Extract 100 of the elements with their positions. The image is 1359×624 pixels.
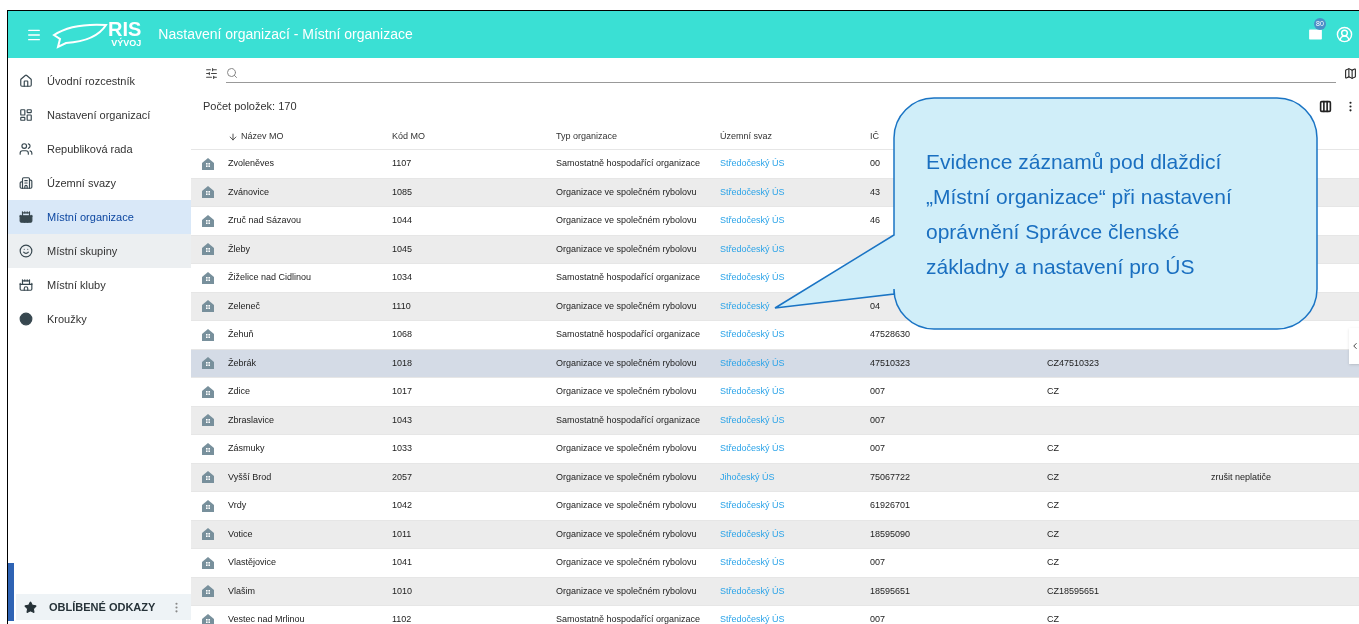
table-cell: 007: [870, 557, 886, 567]
filter-icon[interactable]: [205, 66, 218, 80]
table-cell: Organizace ve společném rybolovu: [556, 243, 697, 254]
building-icon: [201, 441, 215, 456]
building-icon: [201, 327, 215, 342]
table-cell: Organizace ve společném rybolovu: [556, 215, 697, 225]
table-cell: Organizace ve společném rybolovu: [556, 186, 697, 197]
table-cell: 47528630: [870, 329, 911, 339]
table-cell: 75067722: [870, 471, 911, 482]
star-icon: [24, 600, 37, 614]
table-cell: 1018: [392, 357, 413, 368]
sidebar-item[interactable]: Místní kluby: [8, 268, 191, 302]
table-cell: Organizace ve společném rybolovu: [556, 357, 697, 368]
chevron-left-icon: [1350, 341, 1359, 351]
table-cell: Samostatně hospodařící organizace: [556, 158, 701, 168]
columns-icon[interactable]: [1319, 99, 1332, 113]
nav-icon: [19, 312, 33, 326]
column-header[interactable]: IČ: [870, 129, 879, 144]
table-cell: 007: [870, 614, 886, 624]
table-cell: 00: [870, 158, 880, 168]
table-cell: Organizace ve společném rybolovu: [556, 471, 697, 482]
sort-arrow-icon: [228, 131, 238, 142]
building-icon: [201, 413, 215, 428]
building-icon: [201, 470, 215, 485]
table-cell: Organizace ve společném rybolovu: [556, 585, 697, 596]
sidebar-item[interactable]: Nastavení organizací: [8, 98, 191, 132]
table-cell: Zvánovice: [228, 186, 270, 197]
table-cell: 1107: [392, 158, 412, 168]
building-icon: [201, 213, 215, 228]
sidebar-item[interactable]: Územní svazy: [8, 166, 191, 200]
column-header[interactable]: Územní svaz: [720, 129, 772, 144]
logo-subtext: VÝVOJ: [111, 39, 142, 48]
table-cell: Zásmuky: [228, 443, 265, 453]
table-cell: Samostatně hospodařící organizace: [556, 614, 701, 624]
table-cell: 1044: [392, 215, 413, 225]
table-cell: Vrdy: [228, 500, 247, 510]
favorites-bar[interactable]: OBLÍBENÉ ODKAZY: [16, 594, 191, 620]
table-cell: 007: [870, 443, 886, 453]
table-cell: CZ: [1047, 500, 1059, 510]
table-cell: Organizace ve společném rybolovu: [556, 528, 697, 539]
table-cell: Organizace ve společném rybolovu: [556, 300, 697, 311]
table-cell: 1068: [392, 329, 413, 339]
table-cell: Žehuň: [228, 329, 254, 339]
table-cell: 007: [870, 386, 886, 396]
table-cell: Zbraslavice: [228, 414, 274, 425]
table-cell: CZ: [1047, 557, 1059, 567]
logo-text: RIS: [108, 19, 142, 39]
table-cell: 1043: [392, 414, 413, 425]
table-cell: 1102: [392, 614, 412, 624]
table-cell: 1011: [392, 528, 412, 539]
item-count: Počet položek: 170: [203, 98, 297, 114]
building-icon: [201, 185, 215, 200]
table-cell: CZ: [1047, 471, 1059, 482]
building-icon: [201, 384, 215, 399]
table-cell: 1045: [392, 243, 413, 254]
table-cell: Žebrák: [228, 357, 256, 368]
table-cell: 1033: [392, 443, 413, 453]
mail-icon[interactable]: [1307, 26, 1324, 43]
building-icon: [201, 612, 215, 624]
nav-icon: [19, 108, 33, 122]
building-icon: [201, 527, 215, 542]
column-header[interactable]: Název MO: [241, 129, 284, 144]
table-cell: Organizace ve společném rybolovu: [556, 500, 697, 510]
table-cell: 2057: [392, 471, 413, 482]
column-header[interactable]: Typ organizace: [556, 129, 618, 144]
table-cell: 18595090: [870, 528, 911, 539]
building-icon: [201, 498, 215, 513]
map-icon[interactable]: [1344, 66, 1357, 80]
table-cell: CZ: [1047, 443, 1059, 453]
table-cell: CZ18595651: [1047, 585, 1100, 596]
table-cell: Organizace ve společném rybolovu: [556, 557, 697, 567]
table-row[interactable]: Vestec nad Mrlinou 1102 Samostatně hospodařící organizace Středočeský ÚS 007 CZ: [191, 605, 1359, 624]
sidebar-item[interactable]: Místní skupiny: [8, 234, 191, 268]
table-cell: Zvoleněves: [228, 158, 275, 168]
page-title: Nastavení organizací - Místní organizace: [158, 25, 413, 44]
sidebar-item[interactable]: Republiková rada: [8, 132, 191, 166]
table-row[interactable]: Žebrák 1018 Organizace ve společném rybolovu Středočeský ÚS 47510323 CZ47510323: [191, 348, 1359, 377]
table-cell: Samostatně hospodařící organizace: [556, 414, 701, 425]
table-cell: Zdice: [228, 386, 250, 396]
table-row[interactable]: Votice 1011 Organizace ve společném rybolovu Středočeský ÚS 18595090 CZ: [191, 519, 1359, 548]
sidebar-item[interactable]: Místní organizace: [8, 200, 191, 234]
table-cell: 04: [870, 300, 880, 311]
table-cell: CZ47510323: [1047, 357, 1100, 368]
table-cell: 1085: [392, 186, 413, 197]
table-row[interactable]: Zbraslavice 1043 Samostatně hospodařící organizace Středočeský ÚS 007: [191, 405, 1359, 434]
sidebar-item[interactable]: Kroužky: [8, 302, 191, 336]
table-cell: 43: [870, 186, 880, 197]
table-cell: 1110: [392, 300, 411, 311]
sidebar-item[interactable]: Úvodní rozcestník: [8, 64, 191, 98]
nav-icon: [19, 142, 33, 156]
table-cell: Vestec nad Mrlinou: [228, 614, 305, 624]
nav-icon: [19, 210, 33, 224]
table-cell: 1017: [392, 386, 413, 396]
column-header[interactable]: Kód MO: [392, 129, 425, 144]
table-cell: Zeleneč: [228, 300, 261, 311]
table-row[interactable]: Vyšší Brod 2057 Organizace ve společném rybolovu Jihočeský ÚS 75067722 CZ zrušit neplatiče: [191, 462, 1359, 491]
table-cell: 1034: [392, 272, 413, 282]
table-cell: Votice: [228, 528, 253, 539]
nav-icon: [19, 176, 33, 190]
table-row[interactable]: Vlašim 1010 Organizace ve společném rybolovu Středočeský ÚS 18595651 CZ18595651: [191, 576, 1359, 605]
